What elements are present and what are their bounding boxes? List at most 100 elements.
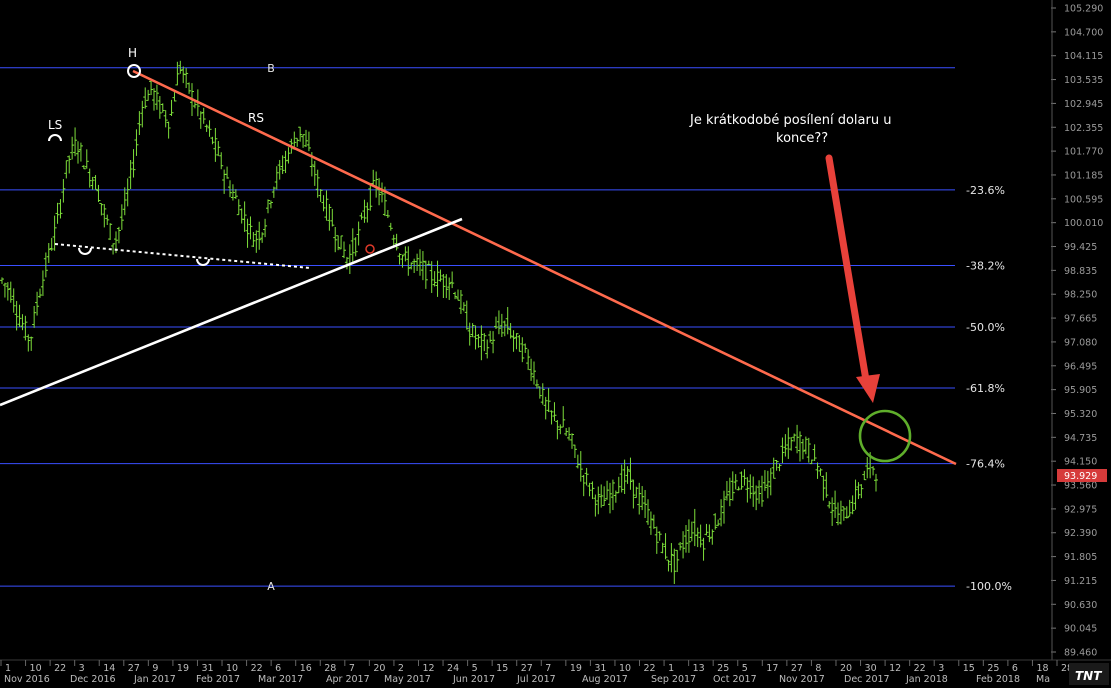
x-tick-label: 15 [963, 663, 975, 674]
x-month-label: Nov 2016 [4, 674, 50, 685]
x-month-label: Apr 2017 [326, 674, 370, 685]
x-tick-label: 27 [791, 663, 803, 674]
fib-label: -61.8% [966, 382, 1005, 395]
y-tick-label: 92.975 [1064, 504, 1097, 515]
x-tick-label: 3 [938, 663, 944, 674]
y-tick-label: 91.215 [1064, 576, 1097, 587]
y-tick-label: 90.045 [1064, 624, 1097, 635]
x-tick-label: 1 [5, 663, 11, 674]
y-tick-label: 91.805 [1064, 552, 1097, 563]
x-tick-label: 5 [742, 663, 748, 674]
x-tick-label: 27 [128, 663, 140, 674]
x-tick-label: 6 [1012, 663, 1018, 674]
x-month-label: Mar 2017 [258, 674, 303, 685]
x-tick-label: 12 [889, 663, 901, 674]
x-month-label: Sep 2017 [651, 674, 696, 685]
h-label: H [128, 46, 137, 60]
current-price-label: 93.929 [1064, 471, 1097, 482]
x-month-label: Ma [1036, 674, 1050, 685]
x-tick-label: 5 [472, 663, 478, 674]
x-month-label: Jan 2018 [905, 674, 948, 685]
y-tick-label: 97.080 [1064, 337, 1097, 348]
ls-label: LS [48, 118, 62, 132]
x-tick-label: 28 [324, 663, 336, 674]
y-tick-label: 103.535 [1064, 75, 1103, 86]
y-tick-label: 93.560 [1064, 481, 1097, 492]
y-tick-label: 95.320 [1064, 409, 1097, 420]
x-tick-label: 25 [987, 663, 999, 674]
fib-label-a: A [267, 580, 275, 593]
tnt-logo: TNT [1075, 669, 1102, 683]
x-month-label: Nov 2017 [779, 674, 825, 685]
fib-label: -50.0% [966, 321, 1005, 334]
x-tick-label: 2 [398, 663, 404, 674]
x-tick-label: 22 [914, 663, 926, 674]
x-tick-label: 18 [1036, 663, 1048, 674]
y-tick-label: 104.115 [1064, 51, 1103, 62]
x-tick-label: 10 [619, 663, 631, 674]
annotation-line-1: Je krátkodobé posílení dolaru u [689, 113, 891, 128]
x-tick-label: 16 [300, 663, 312, 674]
x-month-label: May 2017 [384, 674, 431, 685]
x-tick-label: 30 [865, 663, 877, 674]
x-month-label: Dec 2017 [844, 674, 890, 685]
rs-label: RS [248, 111, 264, 125]
x-month-label: Jan 2017 [133, 674, 176, 685]
x-tick-label: 7 [545, 663, 551, 674]
x-tick-label: 22 [251, 663, 263, 674]
x-month-label: Jul 2017 [516, 674, 556, 685]
x-month-label: Feb 2018 [976, 674, 1020, 685]
x-tick-label: 20 [840, 663, 852, 674]
x-tick-label: 19 [177, 663, 189, 674]
x-tick-label: 6 [275, 663, 281, 674]
x-tick-label: 31 [594, 663, 606, 674]
y-tick-label: 94.735 [1064, 433, 1097, 444]
y-tick-label: 104.700 [1064, 27, 1103, 38]
annotation-line-2: konce?? [776, 131, 828, 146]
x-tick-label: 1 [668, 663, 674, 674]
x-tick-label: 24 [447, 663, 459, 674]
x-tick-label: 13 [693, 663, 705, 674]
y-tick-label: 90.630 [1064, 600, 1097, 611]
y-tick-label: 101.185 [1064, 170, 1103, 181]
y-tick-label: 97.665 [1064, 314, 1097, 325]
y-tick-label: 101.770 [1064, 147, 1103, 158]
y-tick-label: 96.495 [1064, 361, 1097, 372]
y-tick-label: 98.835 [1064, 266, 1097, 277]
x-tick-label: 20 [373, 663, 385, 674]
x-tick-label: 12 [422, 663, 434, 674]
y-tick-label: 102.355 [1064, 123, 1103, 134]
fib-label: -23.6% [966, 184, 1005, 197]
price-chart: LS H RS Je krátkodobé posílení dolaru u … [0, 0, 1111, 688]
x-tick-label: 9 [152, 663, 158, 674]
y-tick-label: 95.905 [1064, 385, 1097, 396]
y-tick-label: 92.390 [1064, 528, 1097, 539]
fib-label: -100.0% [966, 580, 1012, 593]
x-tick-label: 25 [717, 663, 729, 674]
x-tick-label: 15 [496, 663, 508, 674]
x-tick-label: 17 [766, 663, 778, 674]
y-tick-label: 94.150 [1064, 457, 1097, 468]
x-month-label: Jun 2017 [452, 674, 495, 685]
x-tick-label: 31 [201, 663, 213, 674]
y-tick-label: 98.250 [1064, 290, 1097, 301]
x-month-label: Aug 2017 [582, 674, 628, 685]
x-tick-label: 8 [815, 663, 821, 674]
chart-background [0, 0, 1111, 688]
x-month-label: Oct 2017 [713, 674, 757, 685]
y-tick-label: 100.595 [1064, 194, 1103, 205]
x-tick-label: 3 [79, 663, 85, 674]
x-tick-label: 22 [54, 663, 66, 674]
y-tick-label: 105.290 [1064, 4, 1103, 15]
y-tick-label: 100.010 [1064, 218, 1103, 229]
x-month-label: Dec 2016 [70, 674, 116, 685]
fib-label: -38.2% [966, 260, 1005, 273]
y-tick-label: 89.460 [1064, 648, 1097, 659]
fib-label-b: B [267, 62, 275, 75]
x-tick-label: 10 [226, 663, 238, 674]
y-tick-label: 102.945 [1064, 99, 1103, 110]
y-tick-label: 99.425 [1064, 242, 1097, 253]
x-month-label: Feb 2017 [196, 674, 240, 685]
fib-label: -76.4% [966, 458, 1005, 471]
x-tick-label: 19 [570, 663, 582, 674]
